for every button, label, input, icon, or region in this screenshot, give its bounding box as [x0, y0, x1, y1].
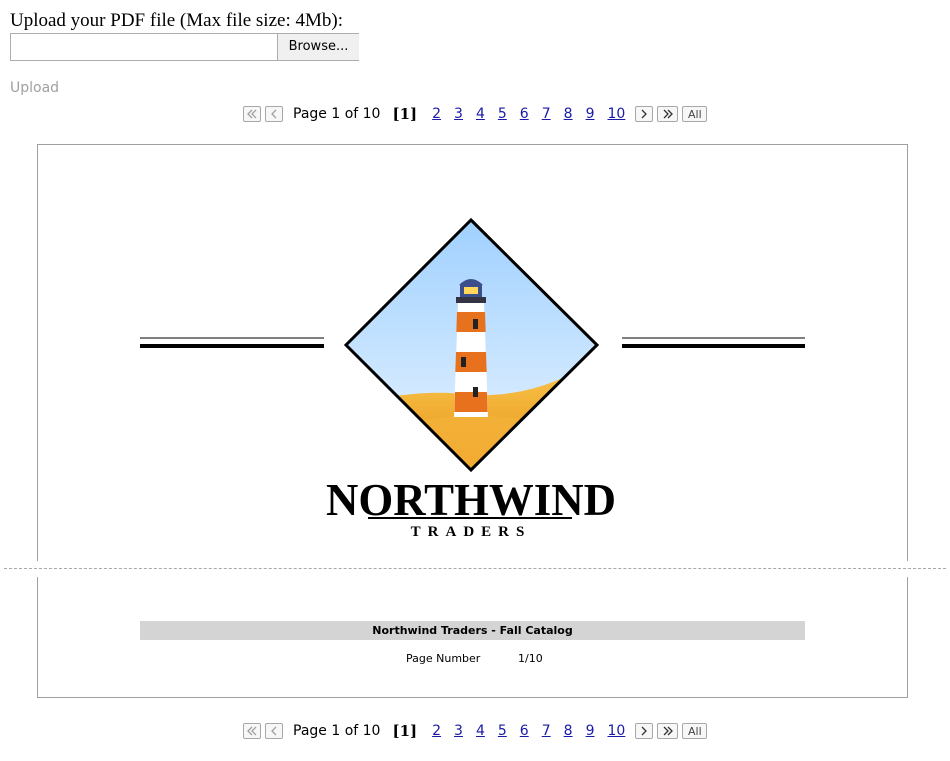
page-link-7[interactable]: 7: [542, 106, 551, 122]
northwind-logo: NORTHWIND TRADERS: [140, 217, 805, 540]
page-link-10[interactable]: 10: [607, 723, 625, 739]
logo-subtitle: TRADERS: [411, 524, 532, 540]
double-chevron-left-icon: [247, 109, 257, 119]
show-all-button[interactable]: All: [682, 106, 708, 122]
page-of-label: Page 1 of 10: [293, 723, 381, 739]
page-link-6[interactable]: 6: [520, 723, 529, 739]
page-of-label: Page 1 of 10: [293, 106, 381, 122]
chevron-left-icon: [271, 109, 277, 119]
chevron-right-icon: [641, 726, 648, 736]
page-link-8[interactable]: 8: [564, 723, 573, 739]
chevron-right-icon: [641, 109, 648, 119]
upload-label: Upload your PDF file (Max file size: 4Mb…: [10, 10, 343, 31]
prev-page-button[interactable]: [265, 106, 283, 122]
next-page-button[interactable]: [635, 723, 654, 739]
chevron-left-icon: [271, 726, 277, 736]
upload-button[interactable]: Upload: [10, 80, 59, 96]
last-page-button[interactable]: [657, 106, 679, 122]
file-input[interactable]: Browse...: [10, 33, 359, 61]
page-link-9[interactable]: 9: [586, 723, 595, 739]
page-link-3[interactable]: 3: [454, 106, 463, 122]
page-link-9[interactable]: 9: [586, 106, 595, 122]
page-link-4[interactable]: 4: [476, 723, 485, 739]
browse-button[interactable]: Browse...: [277, 34, 359, 60]
page-link-3[interactable]: 3: [454, 723, 463, 739]
page-link-2[interactable]: 2: [432, 106, 441, 122]
next-page-button[interactable]: [635, 106, 654, 122]
page-number-value: 1/10: [518, 652, 543, 665]
first-page-button[interactable]: [243, 723, 261, 739]
double-chevron-right-icon: [663, 109, 673, 119]
pager-bottom: Page 1 of 10 [1] 2 3 4 5 6 7 8 9 10 All: [243, 720, 711, 742]
pager-top: Page 1 of 10 [1] 2 3 4 5 6 7 8 9 10 All: [243, 103, 711, 125]
page-number-label: Page Number: [406, 652, 481, 665]
catalog-footer-title: Northwind Traders - Fall Catalog: [140, 621, 805, 640]
first-page-button[interactable]: [243, 106, 261, 122]
show-all-button[interactable]: All: [682, 723, 708, 739]
page-link-8[interactable]: 8: [564, 106, 573, 122]
double-chevron-left-icon: [247, 726, 257, 736]
current-page: [1]: [392, 105, 418, 123]
page-link-7[interactable]: 7: [542, 723, 551, 739]
last-page-button[interactable]: [657, 723, 679, 739]
page-link-4[interactable]: 4: [476, 106, 485, 122]
page-link-10[interactable]: 10: [607, 106, 625, 122]
double-chevron-right-icon: [663, 726, 673, 736]
page-link-5[interactable]: 5: [498, 723, 507, 739]
current-page: [1]: [392, 722, 418, 740]
file-path-field[interactable]: [11, 34, 276, 60]
prev-page-button[interactable]: [265, 723, 283, 739]
page-break-separator: [0, 561, 950, 577]
page-link-6[interactable]: 6: [520, 106, 529, 122]
page-link-2[interactable]: 2: [432, 723, 441, 739]
page-link-5[interactable]: 5: [498, 106, 507, 122]
